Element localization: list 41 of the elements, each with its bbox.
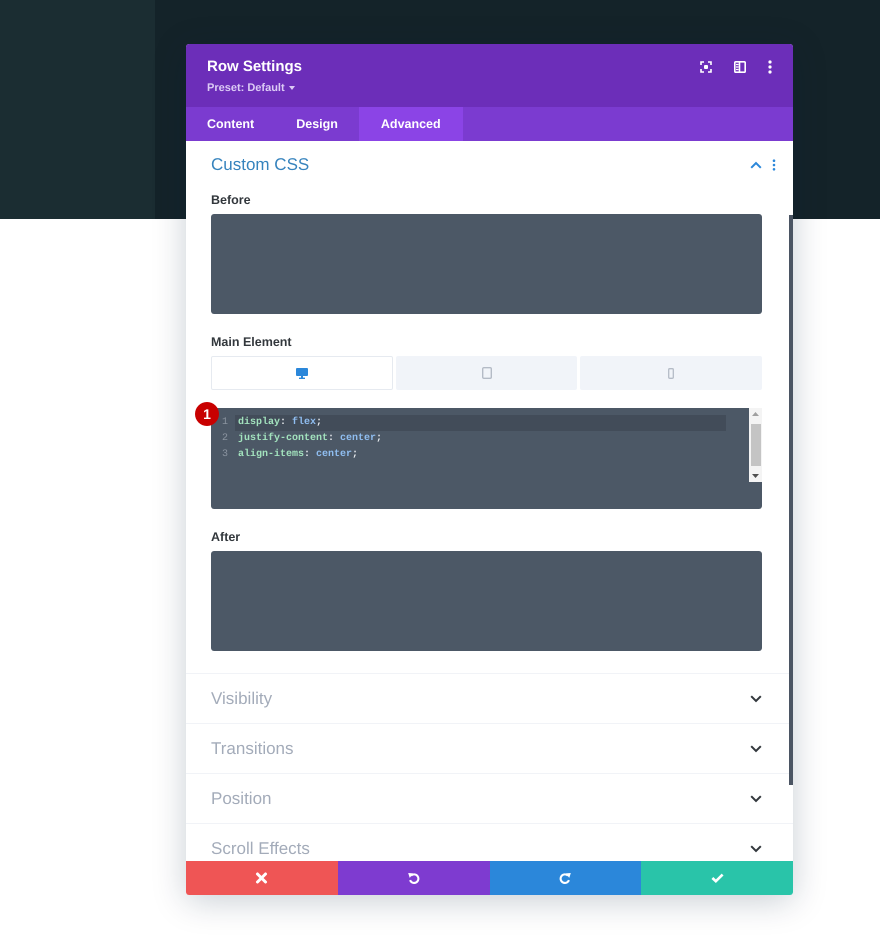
redo-icon bbox=[558, 872, 572, 884]
section-title[interactable]: Custom CSS bbox=[211, 154, 310, 176]
frame-icon[interactable] bbox=[700, 61, 712, 73]
scrollbar-thumb[interactable] bbox=[750, 424, 760, 466]
settings-tab[interactable]: Advanced bbox=[358, 107, 463, 141]
code-line: align-items: center; bbox=[237, 448, 358, 462]
desktop-view-tab[interactable] bbox=[211, 356, 393, 390]
preset-dropdown[interactable]: Preset: Default bbox=[207, 80, 295, 96]
css-input-field[interactable] bbox=[211, 551, 762, 651]
code-line: justify-content: center; bbox=[237, 432, 382, 446]
undo-icon bbox=[407, 872, 420, 884]
scrollbar[interactable] bbox=[749, 408, 762, 482]
chevron-up-icon[interactable] bbox=[750, 161, 762, 169]
field-label: Before bbox=[211, 192, 251, 208]
field-label: Main Element bbox=[211, 334, 292, 350]
chevron-down-icon[interactable] bbox=[750, 744, 762, 752]
chevron-down-icon[interactable] bbox=[750, 844, 762, 852]
scroll-up-arrow-icon[interactable] bbox=[752, 412, 759, 416]
phone-icon bbox=[668, 368, 674, 378]
field-label: After bbox=[211, 529, 240, 545]
chevron-down-icon[interactable] bbox=[750, 794, 762, 802]
desktop-icon bbox=[296, 368, 308, 378]
annotation-marker: 1 bbox=[195, 402, 219, 426]
css-input-field[interactable] bbox=[211, 214, 762, 314]
scroll-down-arrow-icon[interactable] bbox=[752, 474, 759, 478]
code-editor[interactable]: 1 display: flex; 2 justify-content: center; 3 align-items: center; bbox=[211, 408, 762, 509]
scrollbar-thumb[interactable] bbox=[789, 215, 793, 785]
chevron-down-icon[interactable] bbox=[750, 694, 762, 702]
more-options-icon[interactable] bbox=[768, 60, 772, 74]
tablet-icon bbox=[482, 367, 492, 379]
caret-icon bbox=[288, 86, 295, 90]
settings-tab[interactable]: Content bbox=[186, 107, 276, 141]
settings-tab[interactable]: Design bbox=[275, 107, 359, 141]
close-icon bbox=[255, 872, 268, 884]
line-number: 1 bbox=[222, 416, 230, 430]
modal-title: Row Settings bbox=[207, 57, 302, 77]
line-number: 2 bbox=[222, 432, 230, 446]
line-number: 3 bbox=[222, 448, 230, 462]
check-icon bbox=[710, 872, 724, 884]
more-options-icon[interactable] bbox=[772, 159, 776, 171]
split-view-icon[interactable] bbox=[734, 61, 746, 73]
